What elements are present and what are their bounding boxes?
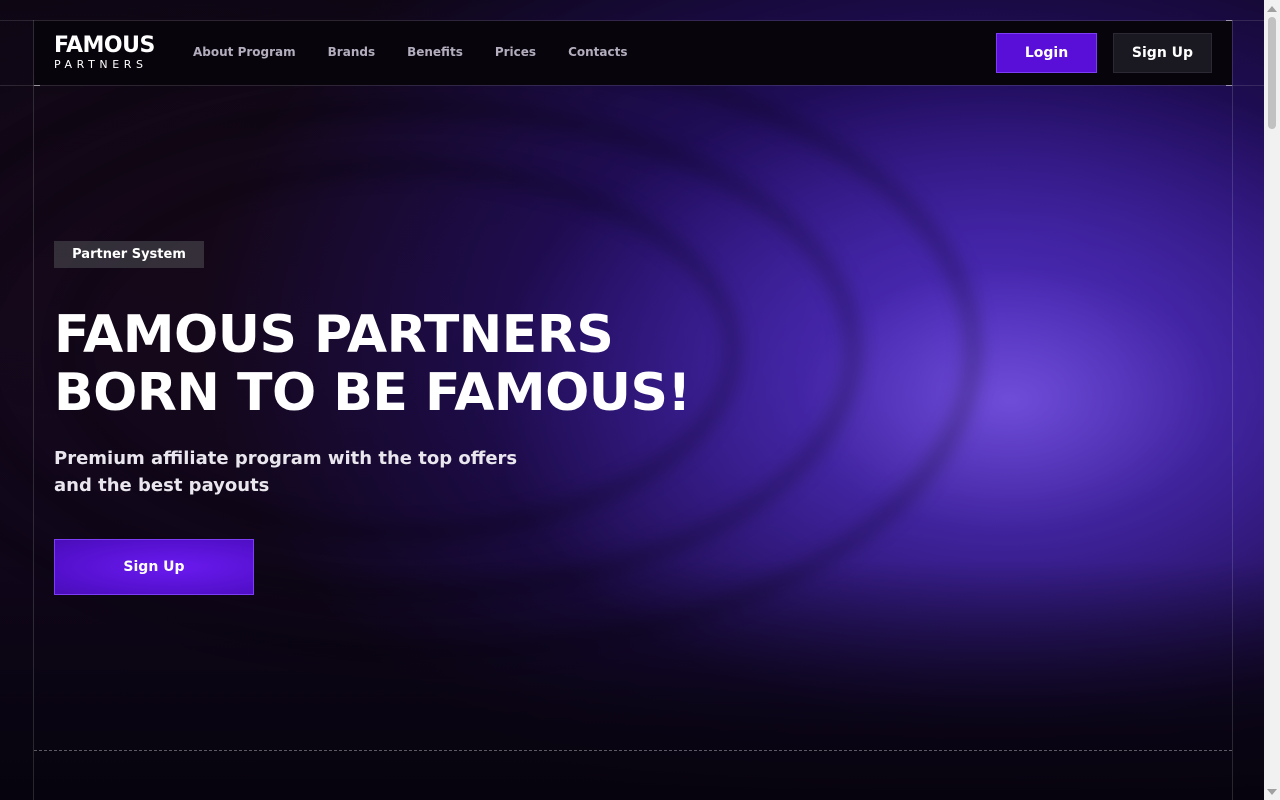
hero-subtitle-line1: Premium affiliate program with the top o… — [54, 448, 518, 469]
hero-title-line2: BORN TO BE FAMOUS! — [54, 363, 691, 423]
partner-system-badge: Partner System — [54, 241, 204, 268]
nav-item-brands[interactable]: Brands — [328, 45, 375, 59]
hero-subtitle-line2: and the best payouts — [54, 475, 270, 496]
scrollbar-thumb[interactable] — [1268, 17, 1276, 129]
hero-bottom-fade — [0, 560, 1264, 800]
logo-wordmark-top: FAMOUS — [54, 33, 155, 58]
hero-title-line1: FAMOUS PARTNERS — [54, 305, 614, 365]
hero-signup-button[interactable]: Sign Up — [54, 539, 254, 595]
scroll-up-arrow-icon[interactable] — [1267, 6, 1277, 12]
header-bottom-line — [0, 85, 1264, 86]
hero-title: FAMOUS PARTNERS BORN TO BE FAMOUS! — [54, 306, 691, 422]
famous-partners-logo[interactable]: FAMOUS PARTNERS — [54, 34, 174, 74]
logo-wordmark-bottom: PARTNERS — [54, 58, 148, 71]
frame-right-line — [1232, 20, 1233, 800]
vertical-scrollbar[interactable] — [1264, 0, 1280, 800]
nav-item-contacts[interactable]: Contacts — [568, 45, 627, 59]
nav-item-benefits[interactable]: Benefits — [407, 45, 463, 59]
section-divider — [34, 750, 1232, 751]
page: FAMOUS PARTNERS About Program Brands Ben… — [0, 0, 1280, 800]
site-header: FAMOUS PARTNERS About Program Brands Ben… — [34, 21, 1232, 85]
login-button[interactable]: Login — [996, 33, 1097, 73]
scroll-down-arrow-icon[interactable] — [1267, 789, 1277, 795]
main-nav: About Program Brands Benefits Prices Con… — [193, 45, 660, 59]
nav-item-about-program[interactable]: About Program — [193, 45, 296, 59]
frame-left-line — [33, 20, 34, 800]
header-signup-button[interactable]: Sign Up — [1113, 33, 1212, 73]
nav-item-prices[interactable]: Prices — [495, 45, 536, 59]
hero-subtitle: Premium affiliate program with the top o… — [54, 445, 554, 499]
